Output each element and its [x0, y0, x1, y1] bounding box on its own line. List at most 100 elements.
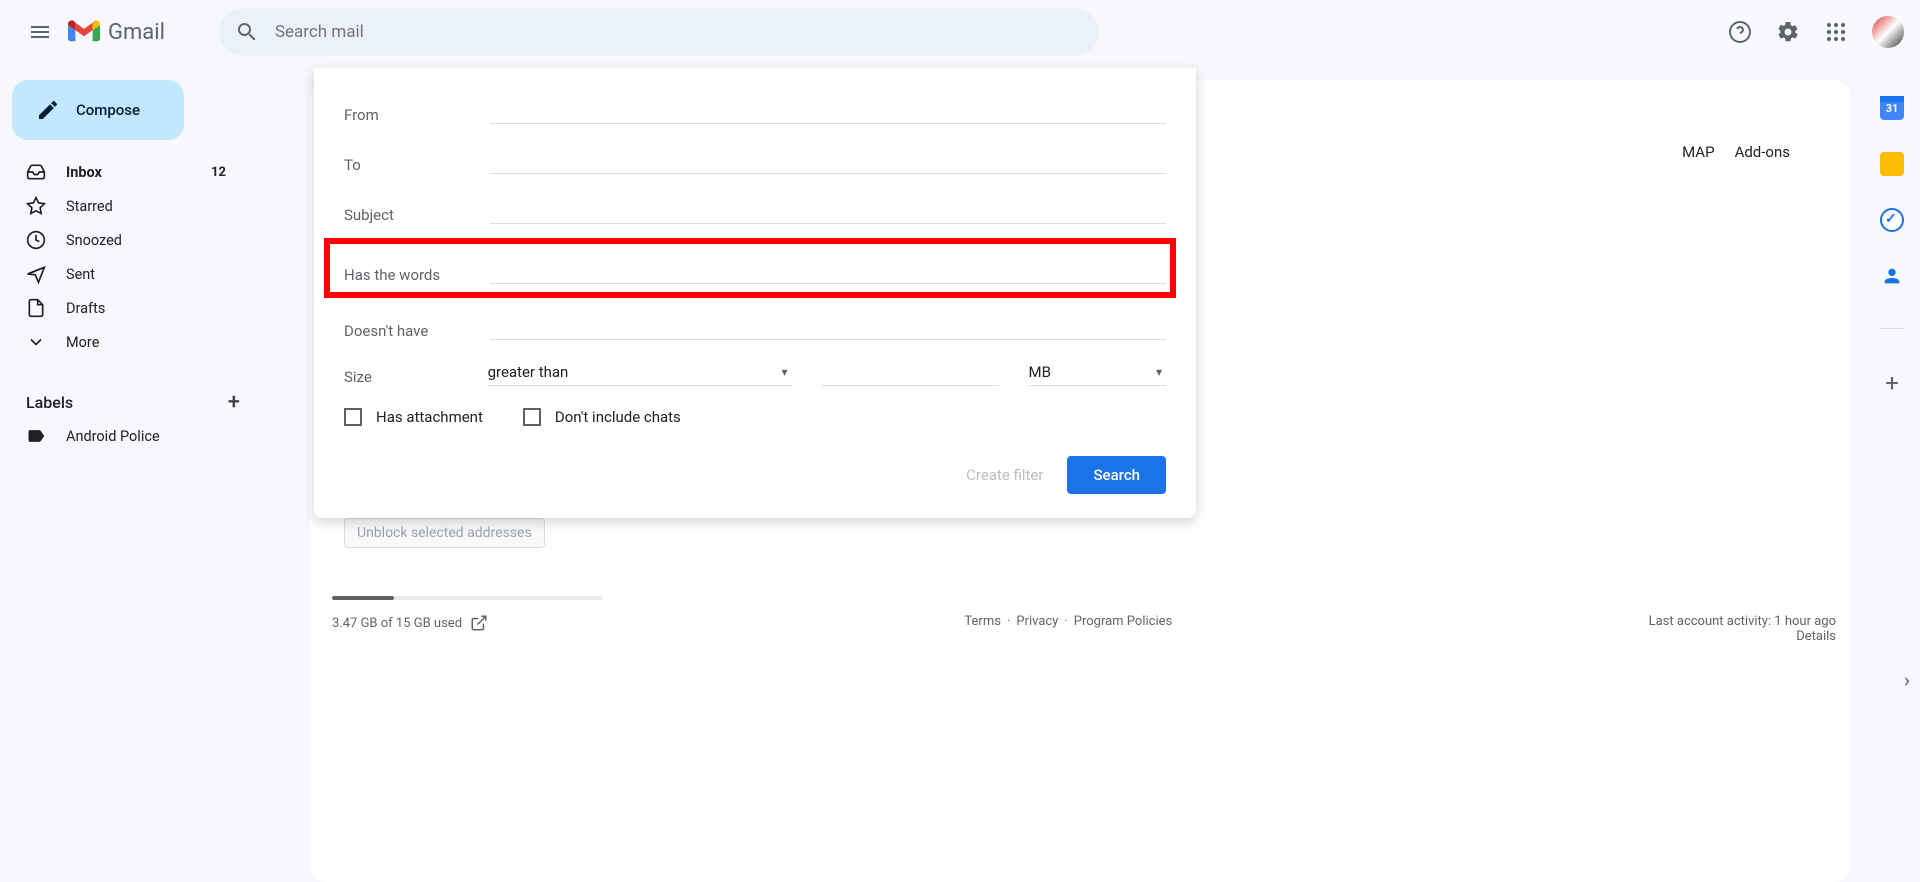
hamburger-icon [28, 20, 52, 44]
has-attachment-checkbox[interactable]: Has attachment [344, 408, 483, 426]
side-panel-toggle[interactable]: › [1904, 668, 1910, 692]
search-icon [235, 20, 259, 44]
settings-button[interactable] [1768, 12, 1808, 52]
label-icon [26, 426, 46, 446]
filter-to-label: To [344, 156, 490, 174]
nav-label: More [66, 334, 236, 351]
support-button[interactable] [1720, 12, 1760, 52]
app-header: Gmail [0, 0, 1920, 64]
tasks-app-button[interactable] [1880, 208, 1904, 232]
filter-size-unit-select[interactable]: MB [1029, 358, 1166, 386]
pencil-icon [36, 98, 60, 122]
settings-tabs-peek: MAP Add-ons [1682, 143, 1790, 161]
nav-label: Sent [66, 266, 236, 283]
open-in-new-icon[interactable] [470, 614, 488, 632]
add-label-button[interactable]: + [228, 390, 240, 415]
filter-size-operator-select[interactable]: greater than [488, 358, 792, 386]
contacts-app-button[interactable] [1880, 264, 1904, 288]
tab-imap-fragment[interactable]: MAP [1682, 143, 1714, 161]
tab-addons[interactable]: Add-ons [1735, 143, 1790, 161]
terms-link[interactable]: Terms [964, 614, 1001, 629]
filter-subject-input[interactable] [490, 200, 1166, 224]
footer-links: Terms· Privacy· Program Policies [964, 614, 1172, 629]
clock-icon [26, 230, 46, 250]
apps-grid-icon [1824, 20, 1848, 44]
nav-label: Snoozed [66, 232, 236, 249]
nav-inbox[interactable]: Inbox 12 [0, 156, 248, 188]
nav-label: Inbox [66, 164, 191, 181]
label-android-police[interactable]: Android Police [0, 420, 248, 452]
labels-section-header: Labels + [0, 386, 256, 418]
get-addons-button[interactable]: + [1885, 369, 1899, 397]
checkbox-icon [523, 408, 541, 426]
filter-to-row: To [344, 142, 1166, 174]
keep-app-button[interactable] [1880, 152, 1904, 176]
nav-count: 12 [211, 165, 236, 180]
blocked-addresses-peek: Unblock selected addresses [344, 518, 545, 548]
chevron-down-icon [26, 332, 46, 352]
filter-has-words-label: Has the words [344, 266, 490, 284]
nav-snoozed[interactable]: Snoozed [0, 224, 248, 256]
labels-title: Labels [26, 393, 73, 412]
filter-checkbox-row: Has attachment Don't include chats [344, 408, 1166, 426]
account-avatar[interactable] [1872, 16, 1904, 48]
filter-size-label: Size [344, 368, 458, 386]
calendar-app-button[interactable]: 31 [1880, 96, 1904, 120]
person-icon [1881, 265, 1903, 287]
footer: 3.47 GB of 15 GB used Terms· Privacy· Pr… [332, 596, 1836, 644]
filter-actions: Create filter Search [344, 456, 1166, 494]
exclude-chats-checkbox[interactable]: Don't include chats [523, 408, 681, 426]
side-panel: 31 + [1864, 80, 1920, 397]
nav-starred[interactable]: Starred [0, 190, 248, 222]
details-link[interactable]: Details [1796, 629, 1836, 644]
compose-label: Compose [76, 101, 140, 119]
gear-icon [1776, 20, 1800, 44]
nav-more[interactable]: More [0, 326, 248, 358]
nav-label: Starred [66, 198, 236, 215]
nav-drafts[interactable]: Drafts [0, 292, 248, 324]
filter-size-value-input[interactable] [822, 358, 999, 386]
activity-text: Last account activity: 1 hour ago [1649, 614, 1836, 629]
google-apps-button[interactable] [1816, 12, 1856, 52]
exclude-chats-label: Don't include chats [555, 408, 681, 426]
send-icon [26, 264, 46, 284]
unblock-selected-button[interactable]: Unblock selected addresses [344, 518, 545, 548]
filter-subject-row: Subject [344, 192, 1166, 224]
filter-to-input[interactable] [490, 150, 1166, 174]
has-attachment-label: Has attachment [376, 408, 483, 426]
search-bar[interactable] [219, 8, 1099, 56]
compose-button[interactable]: Compose [12, 80, 184, 140]
filter-doesnt-have-row: Doesn't have [344, 308, 1166, 340]
storage-bar-fill [332, 596, 394, 600]
help-icon [1728, 20, 1752, 44]
filter-from-label: From [344, 106, 490, 124]
privacy-link[interactable]: Privacy [1016, 614, 1058, 629]
inbox-icon [26, 162, 46, 182]
product-name: Gmail [108, 20, 165, 45]
filter-from-row: From [344, 92, 1166, 124]
size-op-value: greater than [488, 363, 569, 381]
search-input[interactable] [275, 22, 1083, 42]
filter-from-input[interactable] [490, 100, 1166, 124]
gmail-logo-icon [68, 20, 100, 44]
create-filter-link: Create filter [966, 466, 1043, 484]
nav-sent[interactable]: Sent [0, 258, 248, 290]
nav-label: Android Police [66, 428, 236, 445]
filter-doesnt-have-input[interactable] [490, 316, 1166, 340]
main-menu-button[interactable] [16, 8, 64, 56]
filter-size-row: Size greater than MB [344, 358, 1166, 386]
footer-activity: Last account activity: 1 hour ago Detail… [1649, 614, 1836, 644]
filter-has-words-row: Has the words [344, 252, 1166, 284]
nav-label: Drafts [66, 300, 236, 317]
search-button[interactable]: Search [1067, 456, 1166, 494]
policies-link[interactable]: Program Policies [1074, 614, 1172, 629]
filter-has-words-input[interactable] [490, 260, 1166, 284]
storage-bar [332, 596, 602, 600]
gmail-logo[interactable]: Gmail [68, 20, 165, 45]
filter-doesnt-have-label: Doesn't have [344, 322, 490, 340]
sidebar: Compose Inbox 12 Starred Snoozed Sent Dr… [0, 64, 256, 454]
side-divider [1880, 328, 1904, 329]
size-unit-value: MB [1029, 363, 1051, 381]
search-filter-dropdown: From To Subject Has the words Doesn't ha… [314, 68, 1196, 518]
storage-text: 3.47 GB of 15 GB used [332, 614, 488, 632]
